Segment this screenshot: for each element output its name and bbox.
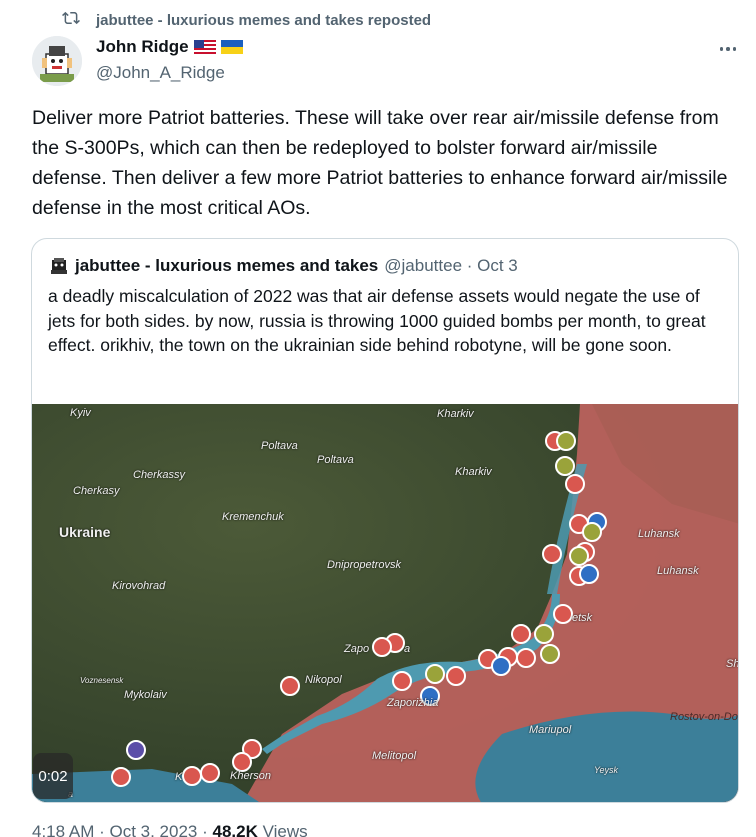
map-label-mariupol: Mariupol [529,724,572,736]
repost-header[interactable]: jabuttee - luxurious memes and takes rep… [62,9,431,31]
quote-header[interactable]: jabuttee - luxurious memes and takes @ja… [49,256,518,276]
author-handle[interactable]: @John_A_Ridge [96,63,243,83]
repost-text: jabuttee - luxurious memes and takes rep… [96,11,432,29]
ukraine-flag-icon [220,40,243,54]
map-label-dnipropetrovsk: Dnipropetrovsk [327,559,401,571]
map-label-kyiv: Kyiv [70,407,91,419]
tweet-footer: 4:18 AM · Oct 3, 2023 · 48.2K Views [32,822,308,837]
map-label-rostov: Rostov-on-Do [670,711,738,723]
quote-meta: @jabuttee · Oct 3 [384,256,518,275]
map-label-yeysk: Yeysk [594,765,619,775]
map-label-kirovohrad: Kirovohrad [112,580,166,592]
map-graphic [32,404,738,802]
more-dot-icon [719,47,724,51]
map-label-nikopol: Nikopol [305,674,342,686]
map-label-mykolaiv: Mykolaiv [124,689,167,701]
more-options-button[interactable] [716,39,740,59]
author-block[interactable]: John Ridge @John_A_Ridge [96,37,243,83]
map-label-luhansk: Luhansk [638,528,680,540]
views-label: Views [257,822,308,837]
map-label-kharkiv-region: Kharkiv [455,466,492,478]
tweet-text: Deliver more Patriot batteries. These wi… [32,107,728,219]
tweet-timestamp[interactable]: 4:18 AM · Oct 3, 2023 · [32,822,212,837]
views-count: 48.2K [212,822,258,837]
us-flag-icon [193,40,216,54]
more-dot-icon [732,47,737,51]
author-name[interactable]: John Ridge [96,37,189,57]
more-dot-icon [726,47,730,51]
map-label-k: K [175,771,183,783]
map-label-luhansk-region: Luhansk [657,565,699,577]
map-label-zaporizhia: Zaporizhia [387,697,439,709]
quote-media-map[interactable]: Kyiv Kharkiv Poltava Poltava Cherkassy C… [32,404,739,802]
video-duration: 0:02 [38,767,68,785]
map-label-voznesensk: Voznesensk [80,676,124,685]
quote-text: a deadly miscalculation of 2022 was that… [48,286,706,355]
map-label-ukraine: Ukraine [59,524,111,540]
map-label-poltava: Poltava [261,440,298,452]
quote-author-name[interactable]: jabuttee - luxurious memes and takes [75,256,378,276]
map-label-zapo-suffix: a [404,643,411,655]
map-label-kremenchuk: Kremenchuk [222,511,284,523]
avatar[interactable] [32,36,82,86]
map-label-kharkiv: Kharkiv [437,408,474,420]
map-label-zapo: Zapo [344,643,370,655]
quoted-tweet[interactable]: jabuttee - luxurious memes and takes @ja… [31,238,739,803]
map-label-cherkasy: Cherkasy [73,485,120,497]
map-label-melitopol: Melitopol [372,750,417,762]
repost-icon [62,9,80,31]
map-label-kherson: Kherson [230,770,271,782]
map-label-poltava-region: Poltava [317,454,354,466]
map-label-donetsk: etsk [572,612,593,624]
map-label-cherkassy: Cherkassy [133,469,185,481]
video-duration-badge: 0:02 [33,753,73,799]
quote-avatar-icon [51,258,67,274]
map-label-sh: Sh [726,658,739,670]
